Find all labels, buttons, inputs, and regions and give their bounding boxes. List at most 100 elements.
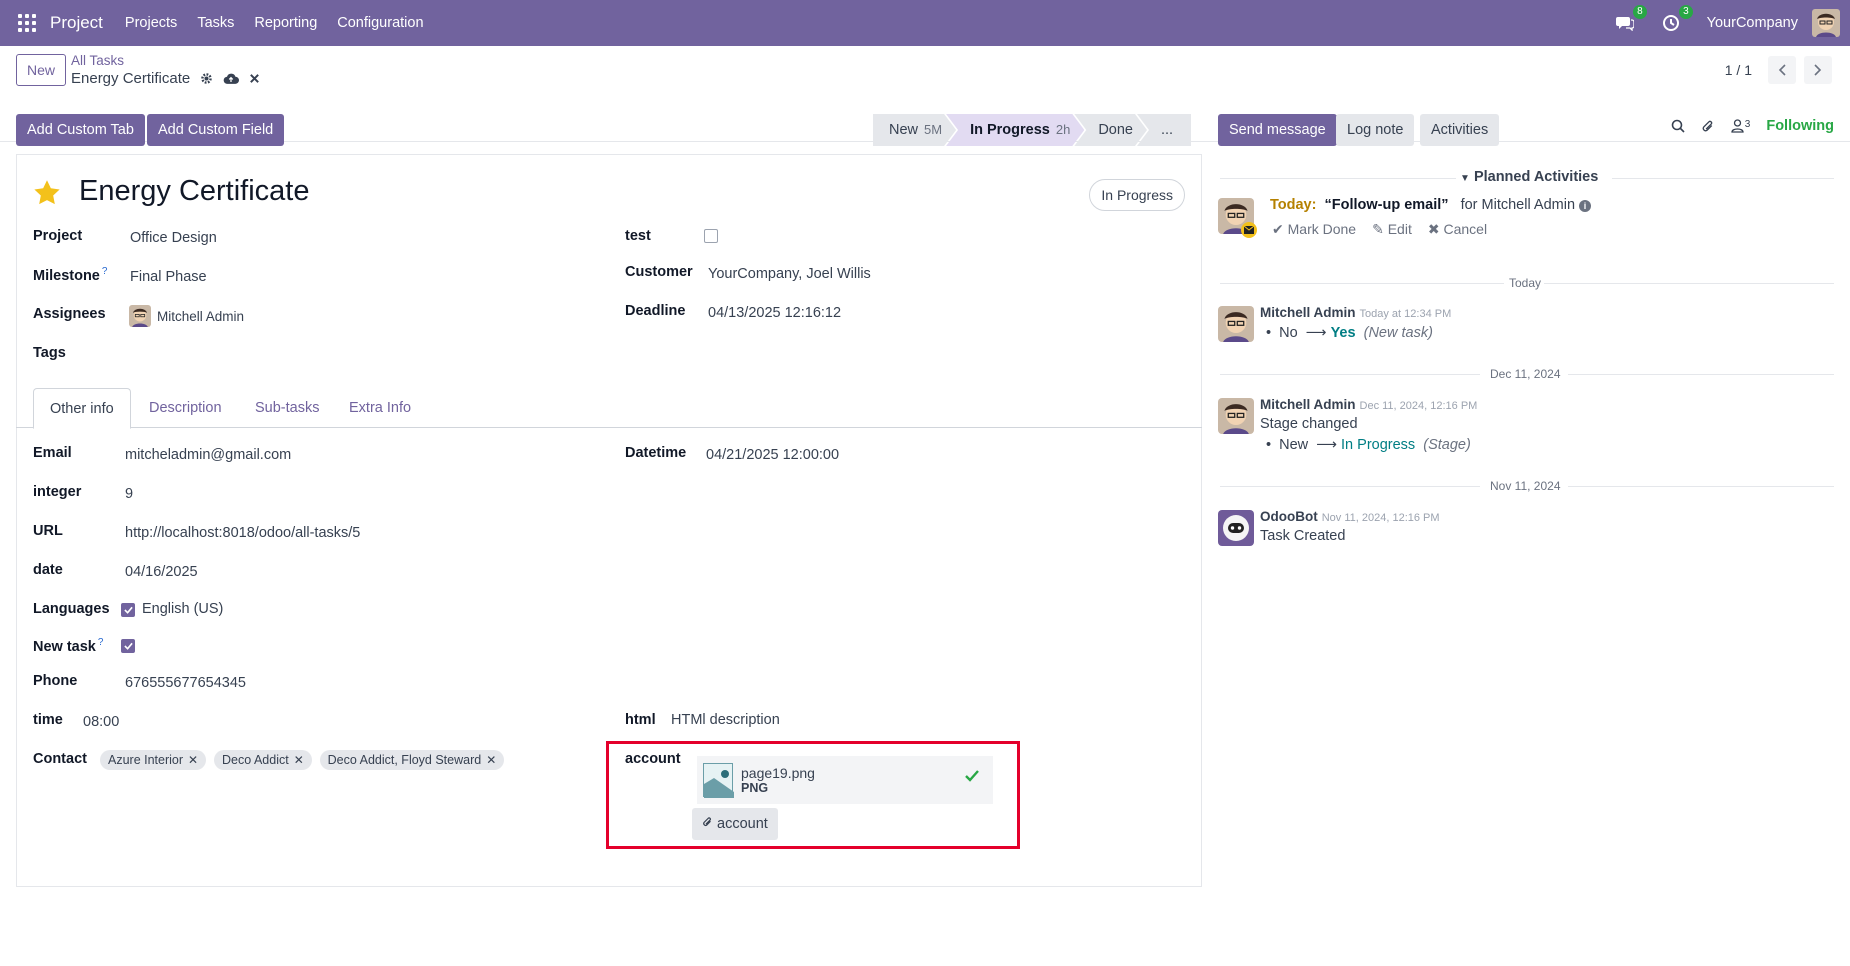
datetime-value[interactable]: 04/21/2025 12:00:00 bbox=[706, 447, 839, 463]
upload-account-button[interactable]: account bbox=[692, 808, 778, 840]
contact-tag[interactable]: Deco Addict ✕ bbox=[213, 750, 312, 770]
remove-x-icon[interactable]: ✕ bbox=[188, 753, 198, 767]
deadline-value[interactable]: 04/13/2025 12:16:12 bbox=[708, 305, 841, 321]
url-value[interactable]: http://localhost:8018/odoo/all-tasks/5 bbox=[125, 525, 360, 541]
menu-configuration[interactable]: Configuration bbox=[337, 15, 423, 31]
message-author[interactable]: OdooBot Nov 11, 2024, 12:16 PM bbox=[1260, 509, 1440, 524]
message-author[interactable]: Mitchell Admin Today at 12:34 PM bbox=[1260, 305, 1451, 320]
edit-label: Edit bbox=[1387, 221, 1412, 237]
followers-count: 3 bbox=[1744, 119, 1751, 130]
milestone-value[interactable]: Final Phase bbox=[130, 269, 207, 285]
message-avatar[interactable] bbox=[1218, 398, 1254, 434]
stage-new-duration: 5M bbox=[924, 122, 943, 137]
contact-tag[interactable]: Deco Addict, Floyd Steward ✕ bbox=[319, 750, 505, 770]
email-activity-icon bbox=[1241, 222, 1257, 238]
languages-checkbox[interactable] bbox=[121, 603, 135, 617]
activity-summary: “Follow-up email” bbox=[1324, 197, 1449, 213]
tab-extra-info[interactable]: Extra Info bbox=[333, 388, 427, 428]
cloud-save-icon[interactable] bbox=[223, 72, 240, 85]
search-icon[interactable] bbox=[1671, 119, 1685, 133]
breadcrumb-all-tasks[interactable]: All Tasks bbox=[71, 53, 124, 68]
tab-sub-tasks[interactable]: Sub-tasks bbox=[239, 388, 335, 428]
pager-previous-button[interactable] bbox=[1768, 56, 1796, 84]
chatter-tools: 3 Following bbox=[1671, 118, 1834, 134]
send-message-button[interactable]: Send message bbox=[1218, 114, 1337, 146]
tab-description[interactable]: Description bbox=[133, 388, 238, 428]
stage-new[interactable]: New 5M bbox=[873, 114, 956, 146]
user-avatar[interactable] bbox=[1812, 9, 1840, 37]
attachment-info: page19.png PNG bbox=[733, 765, 815, 795]
message-timestamp: Nov 11, 2024, 12:16 PM bbox=[1321, 512, 1440, 524]
help-tooltip-icon[interactable]: ? bbox=[98, 637, 104, 648]
messages-badge: 8 bbox=[1633, 5, 1647, 19]
user-icon bbox=[1731, 119, 1744, 133]
languages-label: Languages bbox=[33, 601, 110, 617]
activities-button[interactable]: Activities bbox=[1420, 114, 1500, 146]
company-switcher[interactable]: YourCompany bbox=[1707, 15, 1798, 31]
info-circle-icon[interactable]: i bbox=[1579, 200, 1592, 212]
stage-pill[interactable]: In Progress bbox=[1089, 179, 1185, 211]
tracking-new: Yes bbox=[1330, 325, 1356, 341]
menu-reporting[interactable]: Reporting bbox=[254, 15, 317, 31]
task-title[interactable]: Energy Certificate bbox=[79, 175, 310, 208]
gear-icon[interactable] bbox=[200, 72, 213, 85]
log-note-button[interactable]: Log note bbox=[1336, 114, 1415, 146]
new-task-checkbox[interactable] bbox=[121, 639, 135, 653]
stage-in-progress-label: In Progress bbox=[970, 122, 1050, 138]
following-button[interactable]: Following bbox=[1766, 118, 1834, 134]
pager-next-button[interactable] bbox=[1804, 56, 1832, 84]
mark-done-label: Mark Done bbox=[1287, 221, 1357, 237]
paperclip-icon[interactable] bbox=[1701, 119, 1715, 134]
add-custom-tab-button[interactable]: Add Custom Tab bbox=[16, 114, 145, 146]
phone-value[interactable]: 676555677654345 bbox=[125, 675, 246, 691]
stage-in-progress[interactable]: In Progress 2h bbox=[946, 114, 1084, 146]
caret-down-icon: ▼ bbox=[1460, 173, 1470, 184]
new-button[interactable]: New bbox=[16, 54, 67, 86]
tracking-value: • New ⟶ In Progress (Stage) bbox=[1266, 437, 1471, 453]
edit-activity-button[interactable]: ✎ Edit bbox=[1372, 221, 1412, 238]
languages-value: English (US) bbox=[142, 601, 224, 617]
star-priority-icon[interactable] bbox=[33, 179, 61, 206]
mark-done-button[interactable]: ✔ Mark Done bbox=[1272, 221, 1356, 238]
date-value[interactable]: 04/16/2025 bbox=[125, 564, 198, 580]
attachment-card[interactable]: page19.png PNG bbox=[697, 756, 993, 804]
message-avatar[interactable] bbox=[1218, 306, 1254, 342]
messages-icon[interactable]: 8 bbox=[1615, 5, 1647, 33]
stage-done-label: Done bbox=[1098, 122, 1133, 138]
menu-tasks[interactable]: Tasks bbox=[197, 15, 234, 31]
planned-activities-toggle[interactable]: ▼ Planned Activities bbox=[1460, 169, 1598, 185]
form-sheet: Energy Certificate In Progress bbox=[16, 154, 1202, 887]
tab-other-info[interactable]: Other info bbox=[33, 388, 131, 429]
integer-value[interactable]: 9 bbox=[125, 486, 133, 502]
new-task-label: New task? bbox=[33, 637, 103, 655]
contact-tag[interactable]: Azure Interior ✕ bbox=[100, 750, 207, 770]
customer-value[interactable]: YourCompany, Joel Willis bbox=[708, 266, 871, 282]
contact-tags[interactable]: Azure Interior ✕ Deco Addict ✕ Deco Addict… bbox=[100, 750, 508, 770]
message-body: Stage changed bbox=[1260, 416, 1358, 432]
apps-grid-icon[interactable] bbox=[18, 14, 36, 32]
remove-x-icon[interactable]: ✕ bbox=[294, 753, 304, 767]
html-value[interactable]: HTMl description bbox=[671, 712, 780, 728]
app-brand[interactable]: Project bbox=[50, 13, 103, 33]
discard-x-icon[interactable] bbox=[249, 73, 260, 84]
assignees-value[interactable]: Mitchell Admin bbox=[129, 305, 244, 327]
test-checkbox[interactable] bbox=[704, 229, 718, 243]
check-icon bbox=[123, 642, 133, 650]
message-author[interactable]: Mitchell Admin Dec 11, 2024, 12:16 PM bbox=[1260, 397, 1477, 412]
cancel-activity-button[interactable]: ✖ Cancel bbox=[1428, 221, 1487, 238]
help-tooltip-icon[interactable]: ? bbox=[102, 266, 108, 277]
activities-clock-icon[interactable]: 3 bbox=[1661, 5, 1693, 33]
stage-done[interactable]: Done bbox=[1074, 114, 1147, 146]
project-value[interactable]: Office Design bbox=[130, 230, 217, 246]
time-value[interactable]: 08:00 bbox=[83, 714, 119, 730]
menu-projects[interactable]: Projects bbox=[125, 15, 177, 31]
date-separator-today: Today bbox=[1509, 276, 1542, 290]
tracking-old: New bbox=[1279, 437, 1309, 453]
odoobot-avatar[interactable] bbox=[1218, 510, 1254, 546]
pager-value[interactable]: 1 / 1 bbox=[1725, 62, 1752, 78]
followers-button[interactable]: 3 bbox=[1731, 119, 1751, 133]
add-custom-field-button[interactable]: Add Custom Field bbox=[147, 114, 285, 146]
milestone-label: Milestone? bbox=[33, 266, 107, 284]
remove-x-icon[interactable]: ✕ bbox=[486, 753, 496, 767]
email-value[interactable]: mitcheladmin@gmail.com bbox=[125, 447, 291, 463]
